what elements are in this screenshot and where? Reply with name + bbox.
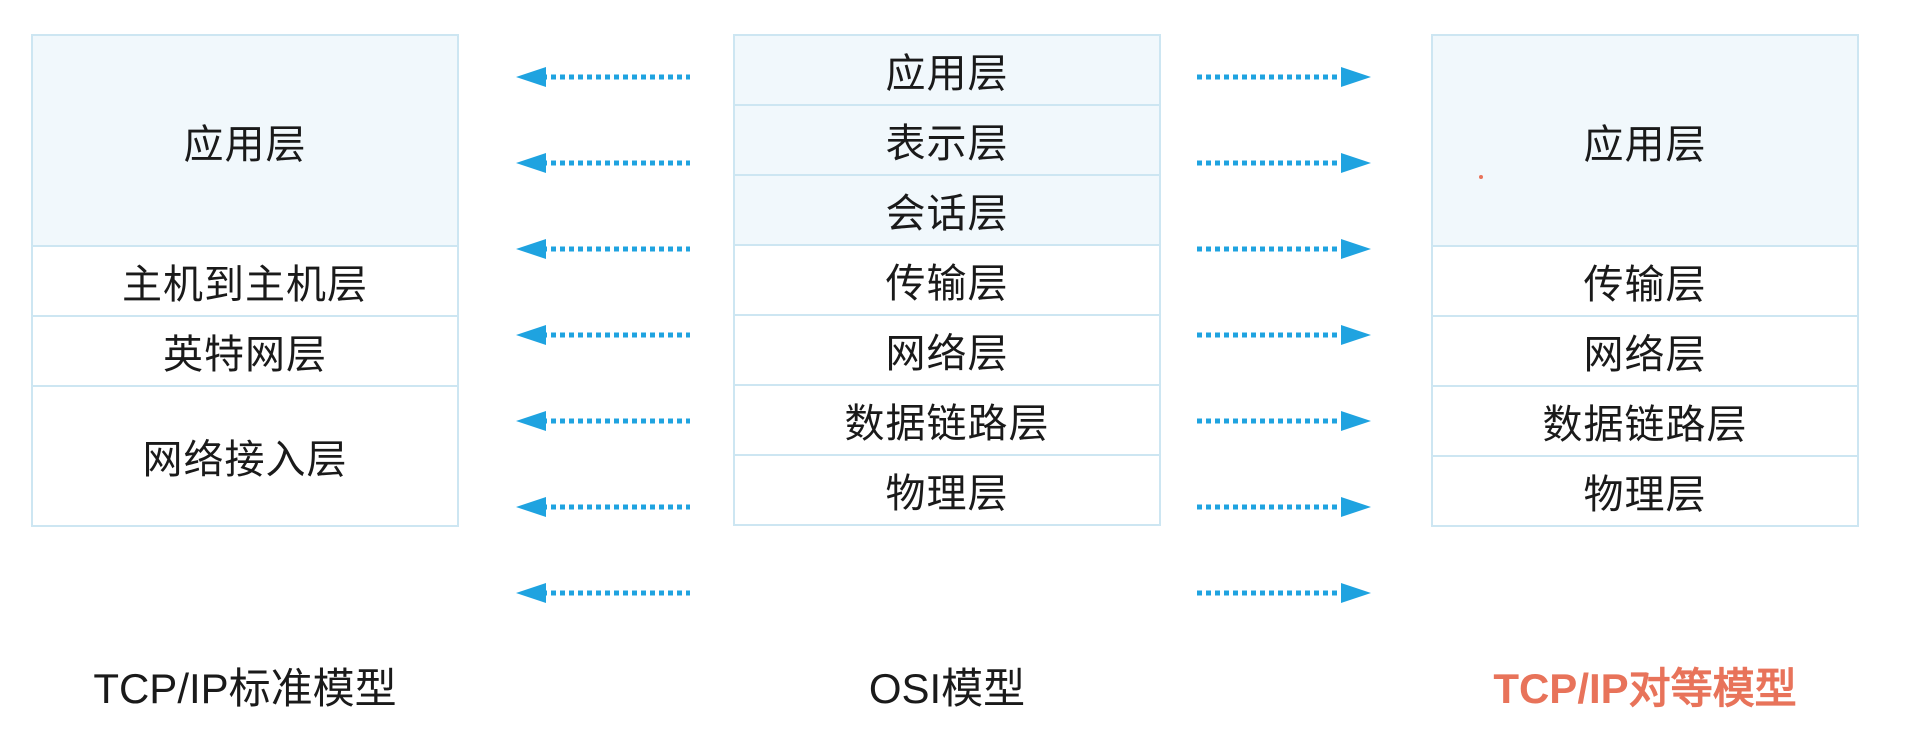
right-arrows	[1193, 34, 1389, 636]
arrow-head	[516, 153, 546, 173]
right-arrow-row-2	[1193, 120, 1389, 206]
right-layer-transport: 传输层	[1431, 245, 1859, 317]
osi-layer-session: 会话层	[733, 174, 1161, 246]
caption-tcpip-standard: TCP/IP标准模型	[93, 664, 397, 712]
arrow-head	[516, 67, 546, 87]
right-arrow-row-7	[1193, 550, 1389, 636]
right-layer-physical: 物理层	[1431, 455, 1859, 527]
osi-layer-network: 网络层	[733, 314, 1161, 386]
right-layer-application: 应用层	[1431, 34, 1859, 247]
right-arrow-row-3	[1193, 206, 1389, 292]
arrow-head	[1341, 411, 1371, 431]
right-arrow-5	[1197, 411, 1371, 431]
left-arrow-3	[516, 239, 690, 259]
stray-dot-mark	[1479, 175, 1483, 179]
arrow-head	[1341, 153, 1371, 173]
arrow-head	[1341, 583, 1371, 603]
right-arrow-4	[1197, 325, 1371, 345]
right-layer-network: 网络层	[1431, 315, 1859, 387]
osi-layer-application: 应用层	[733, 34, 1161, 106]
arrow-head	[516, 583, 546, 603]
right-arrow-row-6	[1193, 464, 1389, 550]
left-layer-internet: 英特网层	[31, 315, 459, 387]
left-arrow-row-1	[514, 34, 710, 120]
right-arrow-7	[1197, 583, 1371, 603]
left-arrow-row-7	[514, 550, 710, 636]
left-arrow-7	[516, 583, 690, 603]
left-arrow-row-3	[514, 206, 710, 292]
arrow-head	[1341, 497, 1371, 517]
osi-layer-presentation: 表示层	[733, 104, 1161, 176]
right-arrow-6	[1197, 497, 1371, 517]
arrow-head	[516, 325, 546, 345]
left-arrow-1	[516, 67, 690, 87]
right-layer-data-link: 数据链路层	[1431, 385, 1859, 457]
arrow-head	[516, 239, 546, 259]
left-arrow-row-5	[514, 378, 710, 464]
right-arrow-row-5	[1193, 378, 1389, 464]
right-arrow-2	[1197, 153, 1371, 173]
osi-layer-data-link: 数据链路层	[733, 384, 1161, 456]
left-arrow-2	[516, 153, 690, 173]
left-layer-application: 应用层	[31, 34, 459, 247]
osi-layer-transport: 传输层	[733, 244, 1161, 316]
caption-osi: OSI模型	[868, 664, 1026, 712]
osi-layer-physical: 物理层	[733, 454, 1161, 526]
arrow-head	[516, 497, 546, 517]
left-arrow-4	[516, 325, 690, 345]
left-arrows	[514, 34, 710, 636]
right-arrow-3	[1197, 239, 1371, 259]
left-arrow-6	[516, 497, 690, 517]
left-arrow-row-6	[514, 464, 710, 550]
tcpip-standard-model: 应用层 主机到主机层 英特网层 网络接入层	[31, 34, 459, 527]
left-arrow-row-4	[514, 292, 710, 378]
arrow-head	[1341, 325, 1371, 345]
left-layer-host-to-host: 主机到主机层	[31, 245, 459, 317]
right-arrow-1	[1197, 67, 1371, 87]
right-arrow-row-4	[1193, 292, 1389, 378]
arrow-head	[1341, 239, 1371, 259]
arrow-head	[516, 411, 546, 431]
left-arrow-5	[516, 411, 690, 431]
left-arrow-row-2	[514, 120, 710, 206]
caption-tcpip-peer: TCP/IP对等模型	[1493, 664, 1797, 712]
osi-model: 应用层 表示层 会话层 传输层 网络层 数据链路层 物理层	[733, 34, 1161, 526]
right-arrow-row-1	[1193, 34, 1389, 120]
tcpip-peer-model: 应用层 传输层 网络层 数据链路层 物理层	[1431, 34, 1859, 527]
left-layer-network-access: 网络接入层	[31, 385, 459, 527]
arrow-head	[1341, 67, 1371, 87]
